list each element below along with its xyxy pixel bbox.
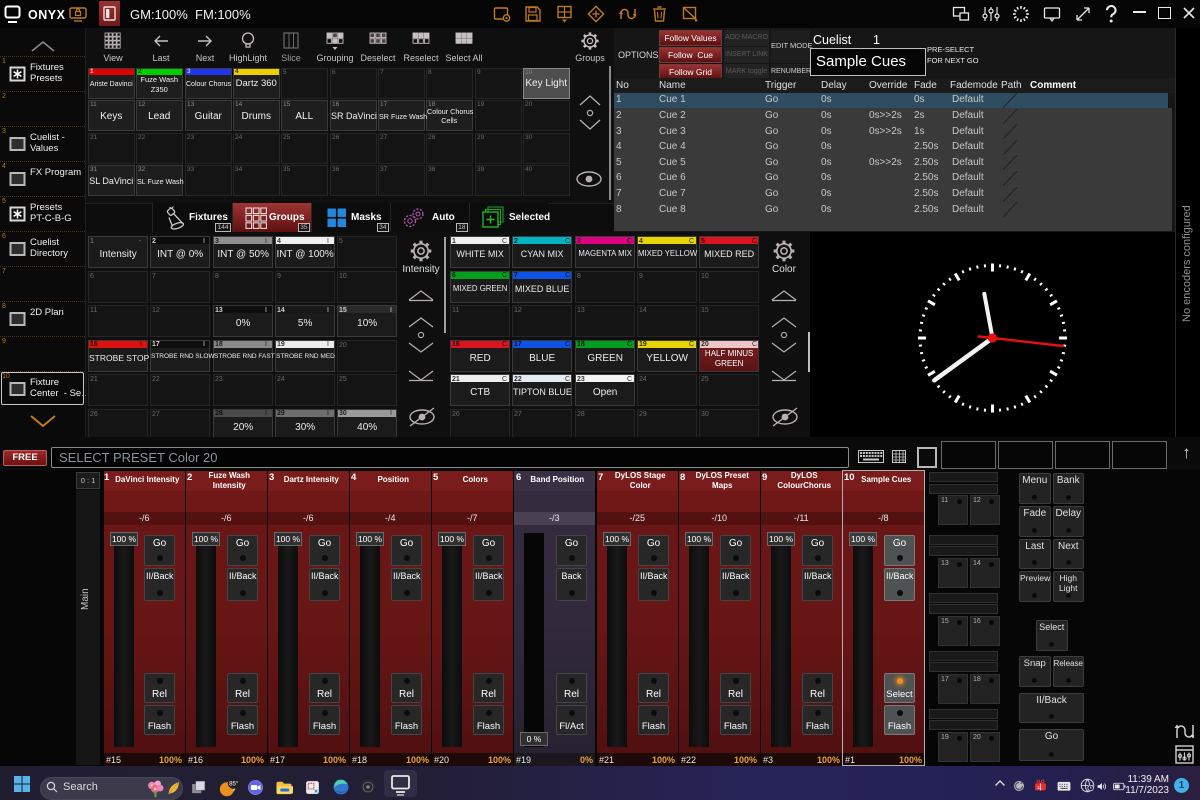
svg-text:85°: 85° <box>229 780 239 787</box>
svg-text:11: 11 <box>1037 785 1042 790</box>
